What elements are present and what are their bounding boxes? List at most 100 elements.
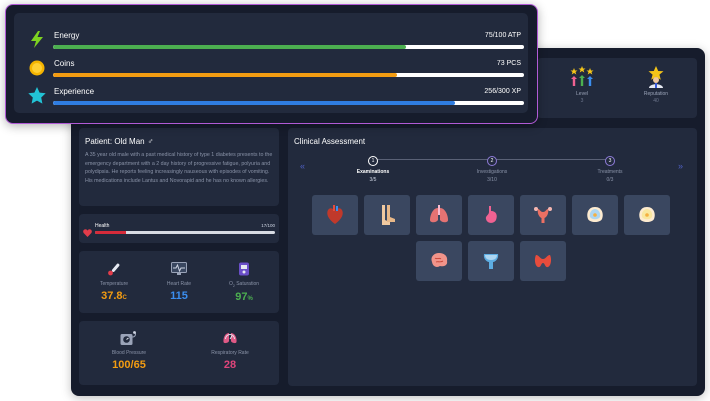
coins-row: Coins 73 PCS <box>29 59 524 81</box>
energy-label: Energy <box>54 31 80 40</box>
heart-icon <box>327 205 343 224</box>
coins-value: 73 PCS <box>496 60 521 67</box>
step-treatments[interactable]: 3 Treatments 0/3 <box>580 156 640 183</box>
respiratory-rate-value: 28 <box>223 359 237 371</box>
heart-monitor-icon <box>149 262 209 278</box>
organ-button-breast-right[interactable] <box>624 195 670 235</box>
temperature-number: 37.8 <box>101 290 123 302</box>
health-value: 17/100 <box>261 223 275 228</box>
health-bar-fill <box>95 231 126 234</box>
step-examinations[interactable]: 1 Examinations 3/5 <box>343 156 403 183</box>
o2-label-suffix: Saturation <box>234 281 260 287</box>
lightning-icon <box>30 31 44 53</box>
pulse-oximeter-icon <box>214 262 274 278</box>
coin-icon <box>29 60 45 81</box>
organ-button-breast-left[interactable] <box>572 195 618 235</box>
resources-panel: Energy 75/100 ATP Coins 73 PCS Experienc… <box>5 4 538 124</box>
step-name: Treatments <box>597 169 623 175</box>
o2-saturation-value: 97% <box>214 291 274 303</box>
energy-bar-fill <box>53 45 407 49</box>
patient-title-text: Patient: Old Man <box>85 137 145 146</box>
thyroid-icon <box>534 255 552 268</box>
energy-bar <box>53 45 524 49</box>
o2-saturation-label: O2 Saturation <box>214 281 274 288</box>
temperature-label: Temperature <box>99 281 129 287</box>
heart-icon <box>83 224 92 242</box>
energy-row: Energy 75/100 ATP <box>29 31 524 53</box>
clinical-assessment-card: Clinical Assessment « » 1 Examinations 3… <box>288 128 697 386</box>
heart-rate-value: 115 <box>170 290 188 302</box>
level-label: Level <box>576 91 588 97</box>
respiratory-rate-label: Respiratory Rate <box>211 350 249 356</box>
temperature-vital: Temperature 37.8C <box>84 262 144 302</box>
step-count: 3/5 <box>369 177 377 183</box>
level-value: 3 <box>580 98 584 104</box>
organ-button-uterus[interactable] <box>520 195 566 235</box>
patient-title: Patient: Old Man ♂ <box>85 137 154 146</box>
thermometer-icon <box>84 262 144 278</box>
lungs-gauge-icon <box>185 331 275 347</box>
coins-label: Coins <box>54 59 75 68</box>
level-icon <box>547 66 617 88</box>
organ-button-bladder[interactable] <box>468 241 514 281</box>
reputation-stat[interactable]: Reputation 40 <box>621 66 691 104</box>
next-arrow-icon[interactable]: » <box>678 161 683 171</box>
experience-row: Experience 256/300 XP <box>28 87 524 109</box>
step-count: 3/10 <box>487 177 497 183</box>
step-investigations[interactable]: 2 Investigations 3/10 <box>462 156 522 183</box>
patient-description: A 35 year old male with a past medical h… <box>85 152 273 184</box>
experience-label: Experience <box>54 87 95 96</box>
coins-bar <box>53 73 524 77</box>
patient-card: Patient: Old Man ♂ A 35 year old male wit… <box>79 128 279 206</box>
breast-left-icon <box>587 207 603 222</box>
temperature-value: 37.8C <box>84 290 144 302</box>
o2-unit: % <box>247 296 253 302</box>
o2-number: 97 <box>235 291 248 303</box>
stomach-icon <box>485 206 497 223</box>
experience-bar-fill <box>53 101 455 105</box>
male-gender-icon: ♂ <box>147 137 154 146</box>
respiratory-rate-vital: Respiratory Rate 28 <box>185 331 275 371</box>
lungs-icon <box>430 205 448 223</box>
temperature-unit: C <box>122 295 127 301</box>
blood-pressure-vital: Blood Pressure 100/65 <box>84 331 174 371</box>
coins-bar-fill <box>53 73 397 77</box>
resources-inner: Energy 75/100 ATP Coins 73 PCS Experienc… <box>14 13 528 113</box>
blood-pressure-label: Blood Pressure <box>111 350 147 356</box>
bp-card: Blood Pressure 100/65 Respiratory Rate 2… <box>79 321 279 385</box>
clinical-assessment-title: Clinical Assessment <box>294 137 366 146</box>
experience-bar <box>53 101 524 105</box>
step-count: 0/3 <box>606 177 614 183</box>
brain-icon <box>431 253 448 267</box>
stats-card: Level 3 Reputation 40 <box>537 58 697 118</box>
star-icon <box>28 87 46 109</box>
heart-rate-label: Heart Rate <box>166 281 192 287</box>
energy-value: 75/100 ATP <box>484 32 521 39</box>
bladder-icon <box>483 254 499 269</box>
heart-rate-vital: Heart Rate 115 <box>149 262 209 302</box>
reputation-value: 40 <box>653 98 659 104</box>
step-number: 2 <box>487 156 497 166</box>
step-name: Investigations <box>476 169 508 175</box>
vitals-card: Temperature 37.8C Heart Rate 115 O2 Satu… <box>79 251 279 313</box>
legs-icon <box>382 205 395 225</box>
o2-saturation-vital: O2 Saturation 97% <box>214 262 274 303</box>
organ-button-lungs[interactable] <box>416 195 462 235</box>
step-number: 3 <box>605 156 615 166</box>
blood-pressure-monitor-icon <box>84 331 174 347</box>
organ-button-stomach[interactable] <box>468 195 514 235</box>
reputation-label: Reputation <box>643 91 669 97</box>
organ-button-thyroid[interactable] <box>520 241 566 281</box>
prev-arrow-icon[interactable]: « <box>300 161 305 171</box>
health-card: Health 17/100 <box>79 214 279 243</box>
organ-button-legs[interactable] <box>364 195 410 235</box>
breast-right-icon <box>639 207 655 222</box>
experience-value: 256/300 XP <box>484 88 521 95</box>
health-label: Health <box>95 223 110 229</box>
step-name: Examinations <box>356 169 390 175</box>
step-number: 1 <box>368 156 378 166</box>
uterus-icon <box>534 207 552 223</box>
level-stat[interactable]: Level 3 <box>547 66 617 104</box>
organ-button-heart[interactable] <box>312 195 358 235</box>
organ-button-brain[interactable] <box>416 241 462 281</box>
